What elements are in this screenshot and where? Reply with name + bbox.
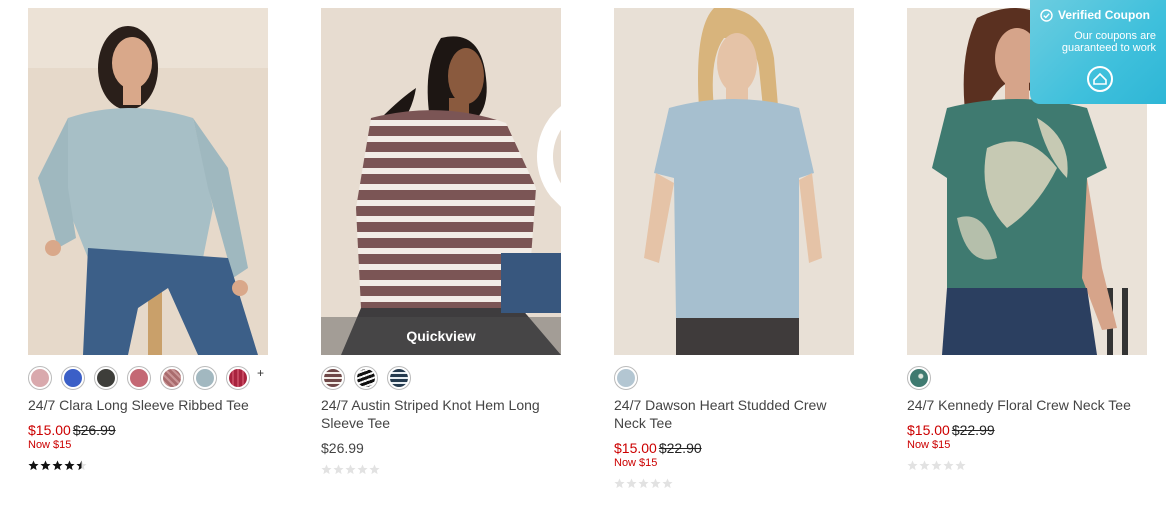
quickview-button[interactable]: Quickview [321,317,561,355]
model-photo [321,8,561,355]
price-block: $15.00 $22.90 [614,440,854,456]
star-icon [638,478,649,489]
product-name[interactable]: 24/7 Austin Striped Knot Hem Long Sleeve… [321,396,561,432]
product-image[interactable] [28,8,268,355]
color-swatch[interactable] [907,366,931,390]
star-icon [955,460,966,471]
verified-coupon-popup[interactable]: Verified Coupon Our coupons are guarante… [1030,0,1166,104]
coupon-logo-icon[interactable] [1087,66,1113,92]
color-swatches [321,365,561,391]
star-icon [52,460,63,471]
product-card[interactable]: Quickview 24/7 Austin Striped Knot Hem L… [321,8,561,476]
color-swatch[interactable] [387,366,411,390]
star-rating [321,464,561,476]
star-icon [64,460,75,471]
color-swatch[interactable] [127,366,151,390]
color-swatch[interactable] [614,366,638,390]
original-price: $26.99 [72,422,116,438]
color-swatches: + [28,365,268,391]
color-swatches [614,365,854,391]
star-icon [76,460,87,471]
product-name[interactable]: 24/7 Dawson Heart Studded Crew Neck Tee [614,396,854,432]
product-name[interactable]: 24/7 Clara Long Sleeve Ribbed Tee [28,396,268,414]
sale-price: $15.00 [614,440,657,456]
star-icon [919,460,930,471]
star-icon [333,464,344,475]
product-image[interactable]: Quickview [321,8,561,355]
favorite-heart-icon[interactable] [527,18,561,207]
color-swatches [907,365,1147,391]
star-icon [943,460,954,471]
color-swatch[interactable] [160,366,184,390]
star-icon [345,464,356,475]
color-swatch[interactable] [61,366,85,390]
color-swatch[interactable] [94,366,118,390]
price-block: $15.00 $22.99 [907,422,1147,438]
price-block: $15.00 $26.99 [28,422,268,438]
star-icon [907,460,918,471]
coupon-text-line: Our coupons are [1074,30,1156,42]
original-price: $22.99 [951,422,995,438]
star-rating [614,478,854,490]
now-price: Now $15 [907,439,951,451]
star-icon [40,460,51,471]
star-icon [650,478,661,489]
star-icon [931,460,942,471]
star-icon [369,464,380,475]
star-icon [28,460,39,471]
model-photo [614,8,854,355]
coupon-title-text: Verified Coupon [1058,8,1151,22]
star-rating [28,460,268,472]
color-swatch[interactable] [28,366,52,390]
color-swatch[interactable] [193,366,217,390]
now-price: Now $15 [614,457,658,469]
product-card[interactable]: + 24/7 Clara Long Sleeve Ribbed Tee $15.… [28,8,268,472]
color-swatch[interactable] [354,366,378,390]
model-photo [28,8,268,355]
product-name[interactable]: 24/7 Kennedy Floral Crew Neck Tee [907,396,1147,414]
coupon-title: Verified Coupon [1040,8,1156,22]
star-icon [614,478,625,489]
coupon-description: Our coupons are guaranteed to work [1040,30,1156,54]
product-card[interactable]: 24/7 Dawson Heart Studded Crew Neck Tee … [614,8,854,490]
star-icon [662,478,673,489]
star-rating [907,460,1147,472]
regular-price: $26.99 [321,440,364,456]
color-swatch[interactable] [321,366,345,390]
original-price: $22.90 [658,440,702,456]
color-swatch[interactable] [226,366,250,390]
star-icon [321,464,332,475]
product-image[interactable] [614,8,854,355]
check-badge-icon [1040,8,1053,22]
coupon-text-line: guaranteed to work [1061,42,1156,54]
sale-price: $15.00 [907,422,950,438]
now-price: Now $15 [28,439,72,451]
star-icon [626,478,637,489]
sale-price: $15.00 [28,422,71,438]
more-colors-link[interactable]: + [257,366,264,380]
star-icon [357,464,368,475]
